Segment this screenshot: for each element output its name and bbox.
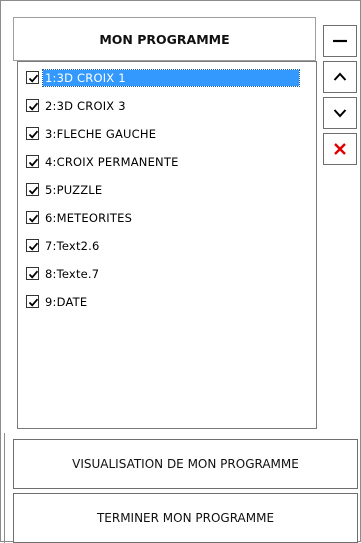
checkmark-icon — [28, 74, 39, 83]
finish-program-label: TERMINER MON PROGRAMME — [96, 511, 275, 525]
minus-icon — [333, 39, 347, 43]
checkmark-icon — [28, 242, 39, 251]
item-label: 5:PUZZLE — [45, 182, 103, 197]
checkmark-icon — [28, 214, 39, 223]
list-item[interactable]: 1:3D CROIX 1 — [26, 66, 300, 89]
chevron-up-icon — [333, 72, 347, 81]
left-edge-divider — [4, 433, 13, 543]
item-label: 9:DATE — [45, 294, 88, 309]
item-checkbox[interactable] — [26, 183, 39, 196]
program-window: MON PROGRAMME 1:3D CROIX 1 2:3D CROIX 3 … — [0, 0, 361, 543]
item-checkbox[interactable] — [26, 127, 39, 140]
close-icon — [334, 143, 346, 155]
item-label: 8:Texte.7 — [45, 266, 100, 281]
finish-program-button[interactable]: TERMINER MON PROGRAMME — [13, 493, 358, 543]
move-down-button[interactable] — [323, 97, 357, 129]
list-item[interactable]: 6:METEORITES — [26, 206, 134, 229]
item-label: 1:3D CROIX 1 — [42, 68, 300, 87]
item-label: 3:FLECHE GAUCHE — [45, 126, 157, 141]
list-item[interactable]: 4:CROIX PERMANENTE — [26, 150, 181, 173]
checkmark-icon — [28, 186, 39, 195]
list-item[interactable]: 8:Texte.7 — [26, 262, 101, 285]
program-title-header[interactable]: MON PROGRAMME — [13, 17, 316, 61]
item-checkbox[interactable] — [26, 155, 39, 168]
item-checkbox[interactable] — [26, 267, 39, 280]
remove-button[interactable] — [323, 25, 357, 57]
checkmark-icon — [28, 158, 39, 167]
item-checkbox[interactable] — [26, 239, 39, 252]
checkmark-icon — [28, 130, 39, 139]
item-label: 6:METEORITES — [45, 210, 133, 225]
checkmark-icon — [28, 298, 39, 307]
program-list[interactable]: 1:3D CROIX 1 2:3D CROIX 3 3:FLECHE GAUCH… — [17, 61, 317, 429]
list-item[interactable]: 2:3D CROIX 3 — [26, 94, 128, 117]
delete-button[interactable] — [323, 133, 357, 165]
item-checkbox[interactable] — [26, 99, 39, 112]
move-up-button[interactable] — [323, 61, 357, 93]
preview-program-button[interactable]: VISUALISATION DE MON PROGRAMME — [13, 439, 358, 489]
list-item[interactable]: 7:Text2.6 — [26, 234, 102, 257]
preview-program-label: VISUALISATION DE MON PROGRAMME — [72, 457, 299, 471]
list-item[interactable]: 3:FLECHE GAUCHE — [26, 122, 158, 145]
item-label: 7:Text2.6 — [45, 238, 100, 253]
checkmark-icon — [28, 102, 39, 111]
item-checkbox[interactable] — [26, 295, 39, 308]
item-label: 2:3D CROIX 3 — [45, 98, 126, 113]
program-title: MON PROGRAMME — [99, 31, 230, 47]
chevron-down-icon — [333, 109, 347, 118]
list-item[interactable]: 9:DATE — [26, 290, 89, 313]
item-checkbox[interactable] — [26, 71, 39, 84]
checkmark-icon — [28, 270, 39, 279]
item-label: 4:CROIX PERMANENTE — [45, 154, 179, 169]
list-item[interactable]: 5:PUZZLE — [26, 178, 104, 201]
item-checkbox[interactable] — [26, 211, 39, 224]
